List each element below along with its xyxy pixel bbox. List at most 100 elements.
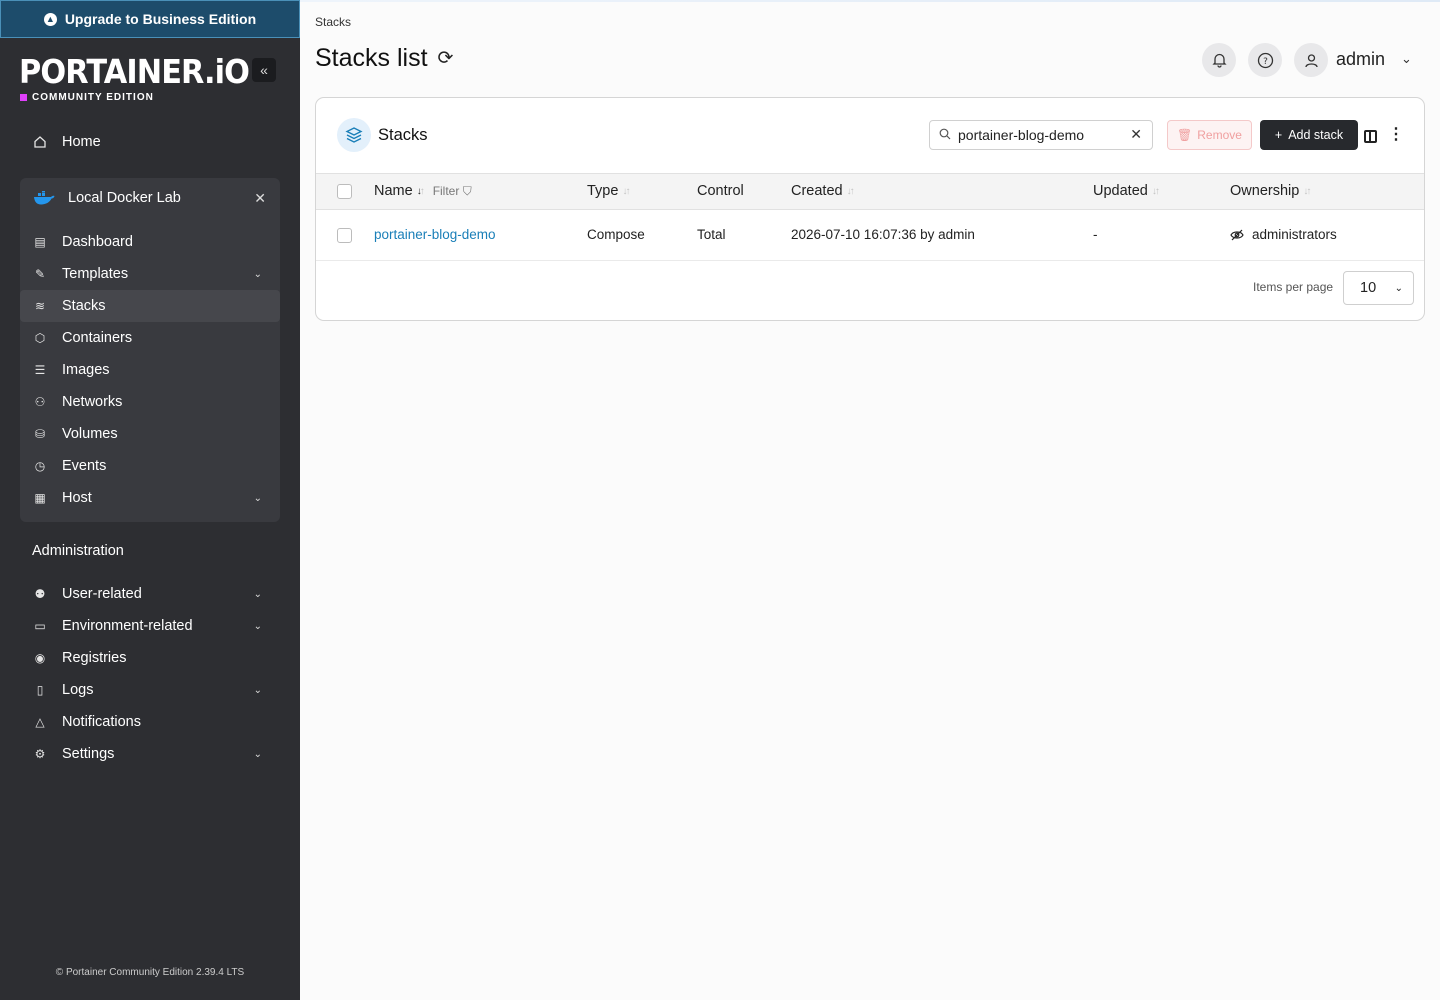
sidebar-item-settings[interactable]: ⚙ Settings ⌄ bbox=[20, 738, 280, 770]
sidebar-item-notifications[interactable]: △ Notifications bbox=[20, 706, 280, 738]
logs-icon: ▯ bbox=[36, 683, 44, 697]
sidebar-item-label: Networks bbox=[62, 394, 123, 410]
help-button[interactable]: ? bbox=[1248, 43, 1282, 77]
column-created[interactable]: Created ↓↑ bbox=[791, 183, 855, 199]
user-name[interactable]: admin bbox=[1336, 49, 1385, 70]
filter-button[interactable]: Filter ⛉ bbox=[433, 184, 472, 199]
column-updated[interactable]: Updated ↓↑ bbox=[1093, 183, 1160, 199]
arrow-up-circle-icon: ▲ bbox=[43, 12, 57, 26]
portainer-logo: PORTAINER.iO bbox=[19, 52, 250, 91]
help-icon: ? bbox=[1257, 52, 1273, 68]
select-all-checkbox[interactable] bbox=[337, 184, 352, 199]
sidebar-item-logs[interactable]: ▯ Logs ⌄ bbox=[20, 674, 280, 706]
environment-name: Local Docker Lab bbox=[68, 190, 181, 206]
sidebar-item-events[interactable]: ◷ Events bbox=[20, 450, 280, 482]
sidebar-item-user-related[interactable]: ⚉ User-related ⌄ bbox=[20, 578, 280, 610]
environment-header[interactable]: Local Docker Lab ✕ bbox=[20, 180, 280, 216]
sidebar-item-label: Stacks bbox=[62, 298, 106, 314]
sidebar-item-label: Dashboard bbox=[62, 234, 133, 250]
upgrade-label: Upgrade to Business Edition bbox=[64, 11, 257, 27]
sort-icon[interactable]: ↓↑ bbox=[622, 186, 630, 197]
refresh-icon[interactable]: ⟳ bbox=[438, 47, 454, 70]
sidebar-item-label: Images bbox=[62, 362, 110, 378]
items-per-page-select[interactable]: 10 ⌄ bbox=[1343, 271, 1414, 305]
chevron-down-icon[interactable]: ⌄ bbox=[254, 621, 262, 632]
clear-search-icon[interactable]: ✕ bbox=[1130, 126, 1142, 143]
sidebar-item-home[interactable]: Home bbox=[20, 126, 280, 158]
bell-icon: △ bbox=[35, 715, 45, 729]
sort-icon[interactable]: ↓↑ bbox=[417, 186, 425, 197]
sidebar-item-label: Containers bbox=[62, 330, 133, 346]
search-input[interactable] bbox=[958, 127, 1118, 143]
edition-dot-icon bbox=[20, 94, 27, 101]
row-checkbox[interactable] bbox=[337, 228, 352, 243]
ownership-label: administrators bbox=[1252, 227, 1337, 242]
columns-icon[interactable] bbox=[1364, 130, 1377, 143]
sidebar-item-environment-related[interactable]: ▭ Environment-related ⌄ bbox=[20, 610, 280, 642]
add-stack-label: Add stack bbox=[1288, 128, 1344, 142]
add-stack-button[interactable]: + Add stack bbox=[1260, 120, 1358, 150]
sidebar-item-host[interactable]: ▦ Host ⌄ bbox=[20, 482, 280, 514]
sidebar-item-label: Registries bbox=[62, 650, 127, 666]
collapse-sidebar-button[interactable]: « bbox=[252, 58, 276, 82]
column-control-label: Control bbox=[697, 183, 744, 199]
svg-text:?: ? bbox=[1263, 57, 1268, 67]
images-icon: ☰ bbox=[34, 363, 46, 377]
search-icon bbox=[939, 128, 951, 143]
breadcrumb: Stacks bbox=[315, 15, 352, 29]
sidebar-item-registries[interactable]: ◉ Registries bbox=[20, 642, 280, 674]
filter-icon: ⛉ bbox=[462, 183, 472, 198]
stack-name-link[interactable]: portainer-blog-demo bbox=[374, 227, 496, 242]
column-ownership[interactable]: Ownership ↓↑ bbox=[1230, 183, 1311, 199]
sidebar-item-label: Host bbox=[62, 490, 92, 506]
chevron-down-icon[interactable]: ⌄ bbox=[254, 749, 262, 760]
administration-heading: Administration bbox=[32, 543, 124, 559]
sort-icon[interactable]: ↓↑ bbox=[1303, 186, 1311, 197]
bell-icon bbox=[1211, 53, 1227, 68]
chevron-down-icon[interactable]: ⌄ bbox=[254, 269, 262, 280]
sidebar-item-volumes[interactable]: ⛁ Volumes bbox=[20, 418, 280, 450]
sidebar-item-label: Logs bbox=[62, 682, 94, 698]
sidebar-item-label: Environment-related bbox=[62, 618, 193, 634]
top-progress-line bbox=[300, 0, 1440, 2]
stack-type: Compose bbox=[587, 227, 645, 242]
panel-header: Stacks ✕ 🗑 Remove + Add stack ⋮ bbox=[316, 98, 1424, 173]
column-name-label: Name bbox=[374, 183, 413, 199]
close-icon[interactable]: ✕ bbox=[254, 190, 266, 207]
home-icon bbox=[32, 134, 48, 150]
templates-icon: ✎ bbox=[34, 267, 46, 281]
chevron-down-icon[interactable]: ⌄ bbox=[1401, 51, 1412, 67]
footer: © Portainer Community Edition 2.39.4 LTS bbox=[0, 967, 300, 978]
containers-icon: ⬡ bbox=[34, 331, 46, 345]
stacks-panel: Stacks ✕ 🗑 Remove + Add stack ⋮ bbox=[315, 97, 1425, 321]
eye-off-icon bbox=[1230, 229, 1244, 240]
sidebar-item-containers[interactable]: ⬡ Containers bbox=[20, 322, 280, 354]
user-avatar[interactable] bbox=[1294, 43, 1328, 77]
chevron-down-icon[interactable]: ⌄ bbox=[254, 493, 262, 504]
items-per-page-value: 10 bbox=[1360, 280, 1377, 296]
more-options-icon[interactable]: ⋮ bbox=[1388, 127, 1404, 143]
sort-icon[interactable]: ↓↑ bbox=[1152, 186, 1160, 197]
chevron-down-icon[interactable]: ⌄ bbox=[254, 685, 262, 696]
sidebar-item-templates[interactable]: ✎ Templates ⌄ bbox=[20, 258, 280, 290]
stacks-icon bbox=[337, 118, 371, 152]
column-ownership-label: Ownership bbox=[1230, 183, 1300, 199]
sidebar-item-images[interactable]: ☰ Images bbox=[20, 354, 280, 386]
notifications-button[interactable] bbox=[1202, 43, 1236, 77]
sidebar-item-label: User-related bbox=[62, 586, 142, 602]
upgrade-banner[interactable]: ▲ Upgrade to Business Edition bbox=[0, 0, 300, 38]
sidebar-item-stacks[interactable]: ≋ Stacks bbox=[20, 290, 280, 322]
sidebar-item-dashboard[interactable]: ▤ Dashboard bbox=[20, 226, 280, 258]
items-per-page-label: Items per page bbox=[1253, 280, 1334, 294]
remove-label: Remove bbox=[1197, 128, 1242, 142]
remove-button[interactable]: 🗑 Remove bbox=[1167, 120, 1252, 150]
column-type[interactable]: Type ↓↑ bbox=[587, 183, 630, 199]
column-name[interactable]: Name ↓↑ Filter ⛉ bbox=[374, 183, 472, 199]
events-icon: ◷ bbox=[34, 459, 46, 473]
chevron-down-icon[interactable]: ⌄ bbox=[254, 589, 262, 600]
search-field[interactable]: ✕ bbox=[929, 120, 1153, 150]
sort-icon[interactable]: ↓↑ bbox=[847, 186, 855, 197]
sidebar-item-networks[interactable]: ⚇ Networks bbox=[20, 386, 280, 418]
column-created-label: Created bbox=[791, 183, 843, 199]
sidebar: ▲ Upgrade to Business Edition PORTAINER.… bbox=[0, 0, 300, 1000]
